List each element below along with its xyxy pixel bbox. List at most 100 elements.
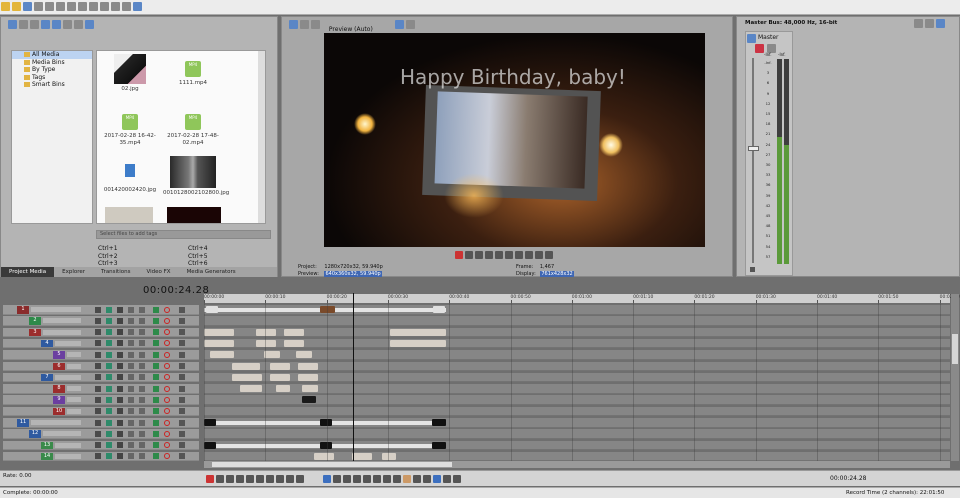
composite-icon[interactable] (117, 408, 123, 415)
level-icon[interactable] (153, 351, 159, 358)
timeline-clip[interactable] (314, 452, 334, 460)
track-lane[interactable] (204, 338, 950, 349)
master-fx-icon[interactable] (747, 34, 756, 43)
fx-icon[interactable] (106, 442, 112, 449)
level-icon[interactable] (153, 329, 159, 336)
fx-icon[interactable] (106, 453, 112, 460)
track-header[interactable]: 7 (3, 372, 199, 383)
timeline-clip[interactable] (276, 385, 290, 393)
mute-icon[interactable] (128, 408, 134, 415)
composite-icon[interactable] (117, 306, 123, 313)
scroll-thumb[interactable] (952, 334, 958, 364)
mute-icon[interactable] (128, 419, 134, 426)
region-icon[interactable] (412, 475, 421, 483)
composite-icon[interactable] (117, 396, 123, 403)
timeline-clip[interactable] (302, 385, 318, 393)
level-icon[interactable] (153, 396, 159, 403)
media-item[interactable]: 02.jpg (100, 54, 160, 93)
level-icon[interactable] (153, 340, 159, 347)
timeline-clip[interactable] (298, 362, 318, 370)
media-item[interactable]: 2017-02-28 16-42-35.mp4 (100, 114, 160, 146)
tab-media-generators[interactable]: Media Generators (179, 267, 244, 277)
no-icon[interactable] (164, 442, 170, 449)
level-icon[interactable] (153, 408, 159, 415)
timeline-clip[interactable] (390, 328, 446, 336)
go-end-icon[interactable] (276, 475, 284, 483)
media-item[interactable]: 1111.mp4 (163, 61, 223, 87)
fx-icon[interactable] (106, 329, 112, 336)
motion-icon[interactable] (95, 363, 101, 369)
paste-icon[interactable] (89, 2, 98, 11)
auto-preview-icon[interactable] (52, 20, 61, 29)
timeline-clip[interactable] (240, 385, 262, 393)
marker-icon[interactable] (402, 475, 411, 483)
mute-icon[interactable] (128, 363, 134, 369)
get-media-icon[interactable] (30, 20, 39, 29)
track-lane[interactable] (204, 406, 950, 417)
go-start-icon[interactable] (266, 475, 274, 483)
select-icon[interactable] (122, 2, 131, 11)
overlay-icon[interactable] (311, 20, 320, 29)
preview-quality-dropdown[interactable]: Preview (Auto) (329, 26, 373, 33)
track-lane[interactable] (204, 451, 950, 462)
play-icon[interactable] (236, 475, 244, 483)
next-frame-icon[interactable] (545, 251, 553, 259)
track-name-field[interactable] (67, 397, 81, 403)
insert-bus-icon[interactable] (925, 19, 934, 28)
solo-icon[interactable] (139, 442, 145, 449)
motion-icon[interactable] (95, 453, 101, 460)
mute-icon[interactable] (128, 340, 134, 347)
downmix-icon[interactable] (936, 19, 945, 28)
track-lane[interactable] (204, 372, 950, 383)
no-icon[interactable] (164, 351, 170, 358)
composite-icon[interactable] (117, 453, 123, 460)
tags-field[interactable]: Select files to add tags (96, 230, 271, 239)
undo-icon[interactable] (100, 2, 109, 11)
track-name-field[interactable] (55, 442, 81, 448)
crossfade-icon[interactable] (452, 475, 461, 483)
motion-icon[interactable] (95, 385, 101, 392)
eye-icon[interactable] (179, 442, 185, 449)
fx-icon[interactable] (106, 408, 112, 415)
track-header[interactable]: 4 (3, 338, 199, 349)
media-item[interactable]: 2017-02-28 17-48-02.mp4 (163, 114, 223, 146)
track-lane[interactable] (204, 305, 950, 315)
loop-icon[interactable] (216, 475, 224, 483)
no-icon[interactable] (164, 363, 170, 369)
track-header[interactable]: 14 (3, 451, 199, 462)
level-icon[interactable] (153, 453, 159, 460)
composite-icon[interactable] (117, 351, 123, 358)
composite-icon[interactable] (117, 374, 123, 381)
timeline-clip[interactable] (296, 351, 312, 359)
solo-icon[interactable] (139, 408, 145, 415)
composite-icon[interactable] (117, 317, 123, 324)
tree-by-type[interactable]: By Type (12, 66, 92, 74)
mute-icon[interactable] (128, 396, 134, 403)
eye-icon[interactable] (179, 363, 185, 369)
pause-icon[interactable] (495, 251, 503, 259)
save-snapshot-icon[interactable] (405, 20, 415, 29)
no-icon[interactable] (164, 396, 170, 403)
no-icon[interactable] (164, 329, 170, 336)
timeline-clip[interactable] (204, 419, 216, 426)
solo-icon[interactable] (139, 340, 145, 347)
timecode-display[interactable]: 00:00:24.28 (143, 285, 209, 296)
scroll-thumb[interactable] (212, 462, 452, 467)
solo-icon[interactable] (139, 430, 145, 437)
composite-icon[interactable] (117, 329, 123, 336)
track-name-field[interactable] (43, 329, 81, 335)
timeline-clip[interactable] (284, 328, 304, 336)
motion-icon[interactable] (95, 306, 101, 313)
no-icon[interactable] (164, 374, 170, 381)
go-end-icon[interactable] (525, 251, 533, 259)
track-name-field[interactable] (31, 307, 81, 312)
track-header[interactable]: 2 (3, 316, 199, 326)
open-icon[interactable] (12, 2, 21, 11)
timeline-ruler[interactable]: 00:00:00 00:00:10 00:00:20 00:00:30 00:00:40… (204, 294, 960, 303)
photo-thumbnail[interactable] (105, 207, 153, 223)
solo-icon[interactable] (139, 306, 145, 313)
master-fader[interactable] (752, 58, 754, 263)
no-icon[interactable] (164, 306, 170, 313)
mute-icon[interactable] (128, 351, 134, 358)
media-fx-icon[interactable] (41, 20, 50, 29)
